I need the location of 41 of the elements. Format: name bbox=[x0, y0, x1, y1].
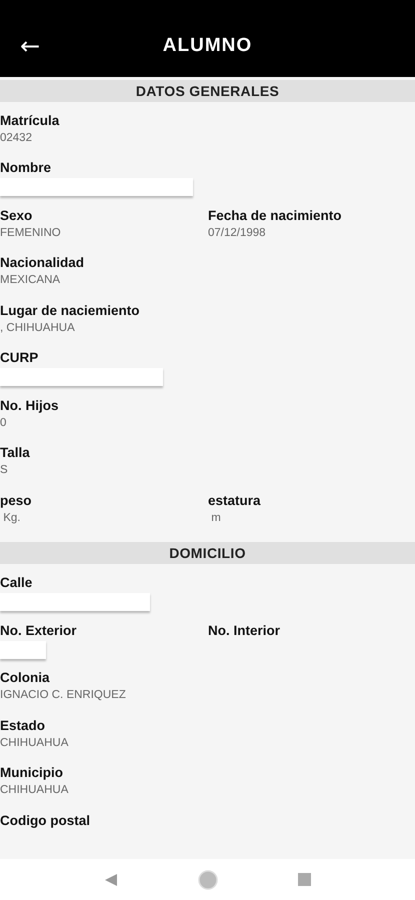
input-field[interactable] bbox=[0, 178, 193, 196]
field-label: No. Hijos bbox=[0, 396, 59, 415]
input-field[interactable] bbox=[0, 368, 163, 386]
field-value: Kg. bbox=[2, 510, 20, 526]
field-label: Lugar de naciemiento bbox=[0, 302, 140, 320]
field-label: Municipio bbox=[0, 764, 63, 782]
screen-title: ALUMNO bbox=[162, 34, 254, 58]
field-label: Nacionalidad bbox=[0, 254, 84, 272]
field-value: 02432 bbox=[0, 130, 32, 146]
field-label: Talla bbox=[0, 444, 30, 462]
field-label: Colonia bbox=[0, 669, 50, 688]
field-value: CHIHUAHUA bbox=[0, 783, 68, 798]
field-value: CHIHUAHUA bbox=[0, 736, 68, 751]
section-header: DATOS GENERALES bbox=[0, 80, 415, 102]
field-value: m bbox=[210, 510, 221, 526]
field-value: FEMENINO bbox=[0, 226, 61, 241]
back-button[interactable]: ← bbox=[0, 32, 60, 60]
field-label: Sexo bbox=[0, 206, 32, 225]
field-label: peso bbox=[0, 492, 32, 510]
field-label: CURP bbox=[0, 349, 38, 368]
field-label: estatura bbox=[208, 492, 261, 510]
field-value: 07/12/1998 bbox=[208, 226, 266, 241]
field-label: Codigo postal bbox=[0, 812, 90, 830]
field-value: 0 bbox=[0, 416, 6, 431]
field-label: Calle bbox=[0, 574, 32, 592]
field-label: Estado bbox=[0, 716, 46, 735]
field-value: , CHIHUAHUA bbox=[0, 320, 75, 336]
input-field[interactable] bbox=[0, 640, 46, 659]
field-label: Matrícula bbox=[0, 112, 60, 130]
field-label: Fecha de nacimiento bbox=[208, 206, 342, 225]
square-icon[interactable] bbox=[298, 873, 311, 886]
section-header: DOMICILIO bbox=[0, 542, 415, 564]
home-circle-icon[interactable] bbox=[198, 870, 218, 890]
field-value: IGNACIO C. ENRIQUEZ bbox=[0, 688, 126, 704]
back-triangle-icon[interactable] bbox=[104, 872, 118, 887]
field-value: S bbox=[0, 463, 8, 478]
field-label: No. Exterior bbox=[0, 622, 77, 640]
field-label: No. Interior bbox=[208, 622, 280, 640]
field-label: Nombre bbox=[0, 159, 52, 178]
input-field[interactable] bbox=[0, 593, 150, 612]
field-value: MEXICANA bbox=[0, 273, 60, 288]
